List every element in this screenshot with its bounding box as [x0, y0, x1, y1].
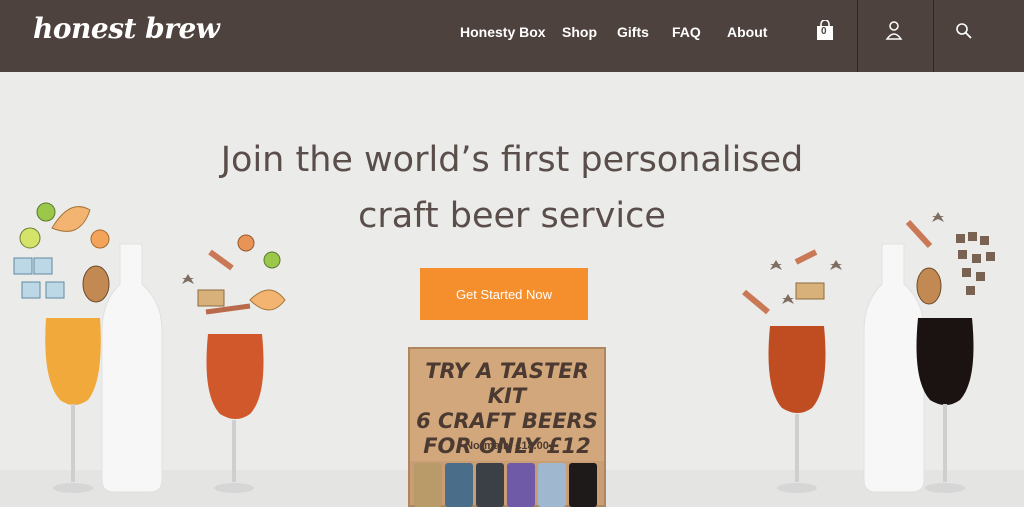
nav-shop[interactable]: Shop — [562, 24, 597, 40]
beer-can-icon — [507, 463, 535, 507]
search-button[interactable] — [955, 22, 973, 44]
account-button[interactable] — [885, 20, 903, 44]
search-icon — [956, 23, 972, 39]
beer-can-icon — [538, 463, 566, 507]
taster-kit-line2: 6 CRAFT BEERS — [416, 409, 598, 433]
hero-headline: Join the world’s first personalised craf… — [0, 132, 1024, 244]
cart-button[interactable]: 0 — [816, 19, 834, 40]
cart-count: 0 — [821, 26, 827, 37]
beer-can-icon — [414, 463, 442, 507]
beer-can-icon — [445, 463, 473, 507]
nav-gifts[interactable]: Gifts — [617, 24, 649, 40]
taster-kit-box[interactable]: TRY A TASTER KIT 6 CRAFT BEERS FOR ONLY … — [408, 347, 606, 507]
user-icon — [885, 21, 903, 40]
spices-left-icon — [182, 234, 286, 315]
nav-about[interactable]: About — [727, 24, 767, 40]
beer-glass-copper-icon — [206, 334, 264, 493]
beer-cans-row — [414, 463, 597, 507]
nav-divider — [857, 0, 858, 72]
beer-glass-amber-icon — [45, 318, 101, 493]
taster-kit-line1: TRY A TASTER KIT — [425, 359, 589, 408]
hero-headline-line1: Join the world’s first personalised — [220, 140, 804, 180]
taster-kit-lid: TRY A TASTER KIT 6 CRAFT BEERS FOR ONLY … — [410, 349, 604, 461]
nav-faq[interactable]: FAQ — [672, 24, 701, 40]
beer-bottle-icon — [101, 243, 163, 493]
brand-logo[interactable]: honest brew — [33, 12, 220, 45]
nav-divider — [933, 0, 934, 72]
beer-glass-dark-icon — [916, 318, 974, 493]
taster-kit-normal-price: Normally £18.00 — [465, 440, 549, 452]
top-nav: honest brew Honesty Box Shop Gifts FAQ A… — [0, 0, 1024, 72]
beer-can-icon — [569, 463, 597, 507]
spices-right-icon — [742, 249, 842, 315]
get-started-button[interactable]: Get Started Now — [420, 268, 588, 320]
beer-glass-copper-right-icon — [768, 326, 826, 493]
nav-honesty-box[interactable]: Honesty Box — [460, 24, 546, 40]
hero-headline-line2: craft beer service — [358, 196, 666, 236]
beer-can-icon — [476, 463, 504, 507]
beer-bottle-right-icon — [863, 243, 925, 493]
